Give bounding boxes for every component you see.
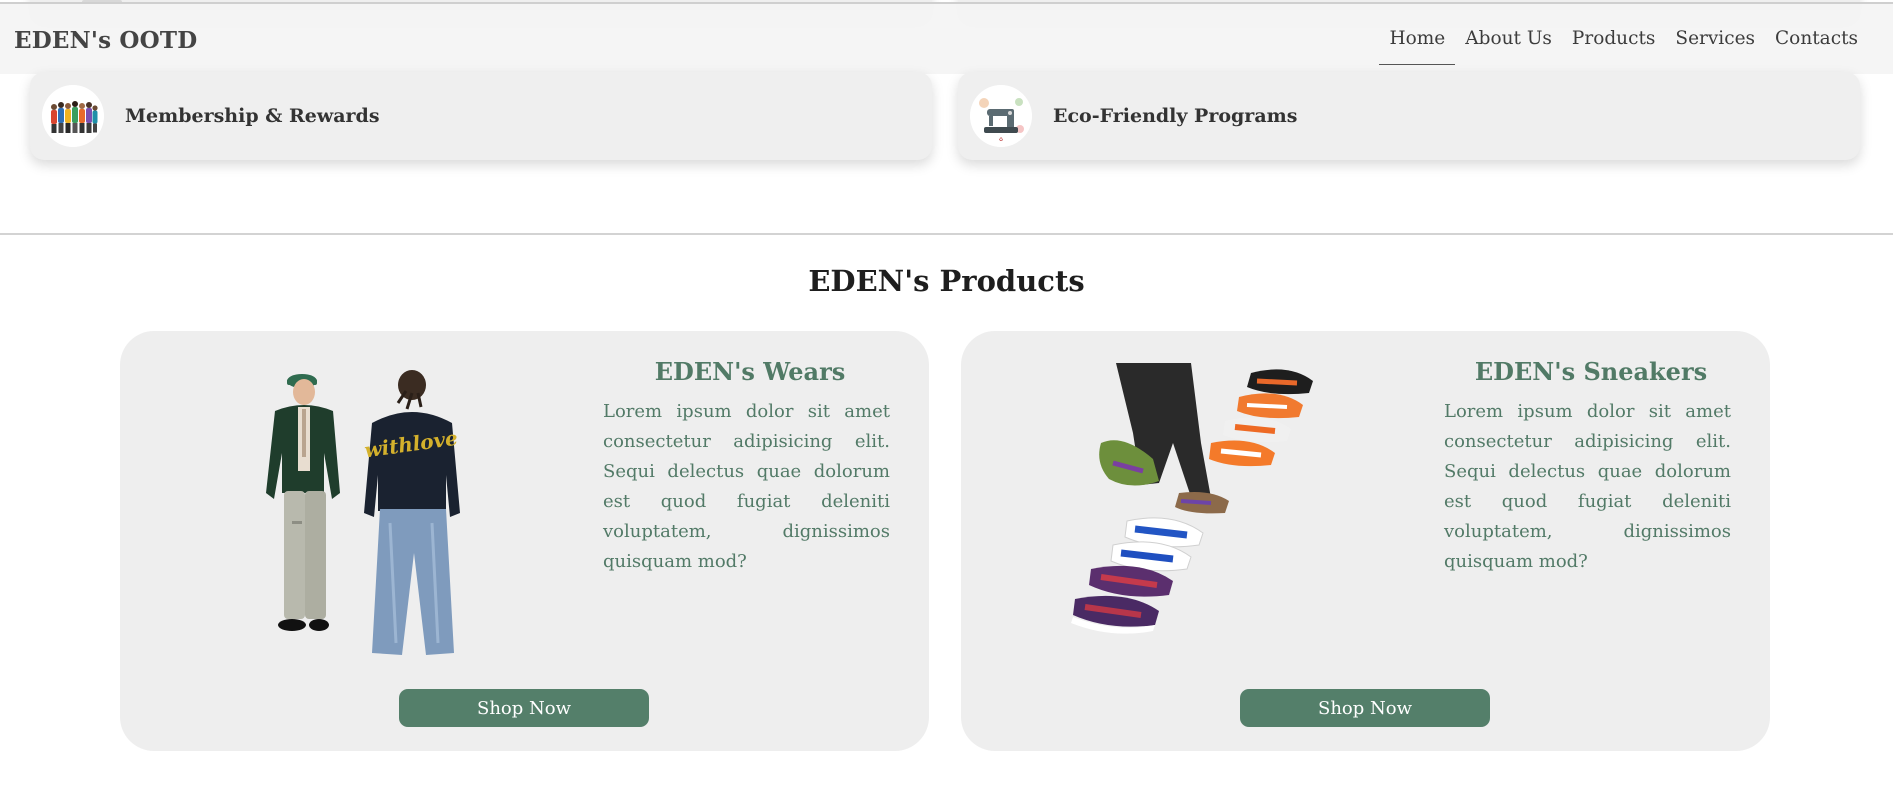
service-card-membership[interactable]: Membership & Rewards (30, 72, 932, 160)
service-label: Eco-Friendly Programs (1053, 105, 1298, 127)
nav-item-about-us[interactable]: About Us (1455, 4, 1562, 74)
sewing-machine-icon: ♻ (970, 85, 1032, 147)
nav-item-products[interactable]: Products (1562, 4, 1665, 74)
product-title: EDEN's Wears (654, 357, 846, 386)
nav-item-home[interactable]: Home (1379, 4, 1456, 74)
nav-item-contacts[interactable]: Contacts (1765, 4, 1868, 74)
section-divider (0, 233, 1893, 235)
service-card-eco-friendly[interactable]: ♻ Eco-Friendly Programs (958, 72, 1860, 160)
service-label: Membership & Rewards (125, 105, 380, 127)
svg-text:♻: ♻ (999, 137, 1004, 143)
outfit-models-image: withlove (220, 363, 520, 663)
products-section-title: EDEN's Products (808, 264, 1085, 298)
brand-logo[interactable]: EDEN's OOTD (14, 27, 197, 54)
nav-item-services[interactable]: Services (1665, 4, 1765, 74)
product-description: Lorem ipsum dolor sit amet consectetur a… (1444, 401, 1731, 572)
product-title: EDEN's Sneakers (1474, 357, 1708, 386)
nav-menu: Home About Us Products Services Contacts (1379, 4, 1868, 74)
people-group-icon (42, 85, 104, 147)
navbar: EDEN's OOTD Home About Us Products Servi… (0, 4, 1893, 74)
sneakers-image (1061, 363, 1361, 663)
product-card-sneakers: EDEN's Sneakers Lorem ipsum dolor sit am… (961, 331, 1770, 751)
shop-now-button[interactable]: Shop Now (399, 689, 649, 727)
shop-now-button[interactable]: Shop Now (1240, 689, 1490, 727)
product-description: Lorem ipsum dolor sit amet consectetur a… (603, 401, 890, 572)
product-card-wears: withlove EDEN's Wears Lorem ipsum dolor … (120, 331, 929, 751)
